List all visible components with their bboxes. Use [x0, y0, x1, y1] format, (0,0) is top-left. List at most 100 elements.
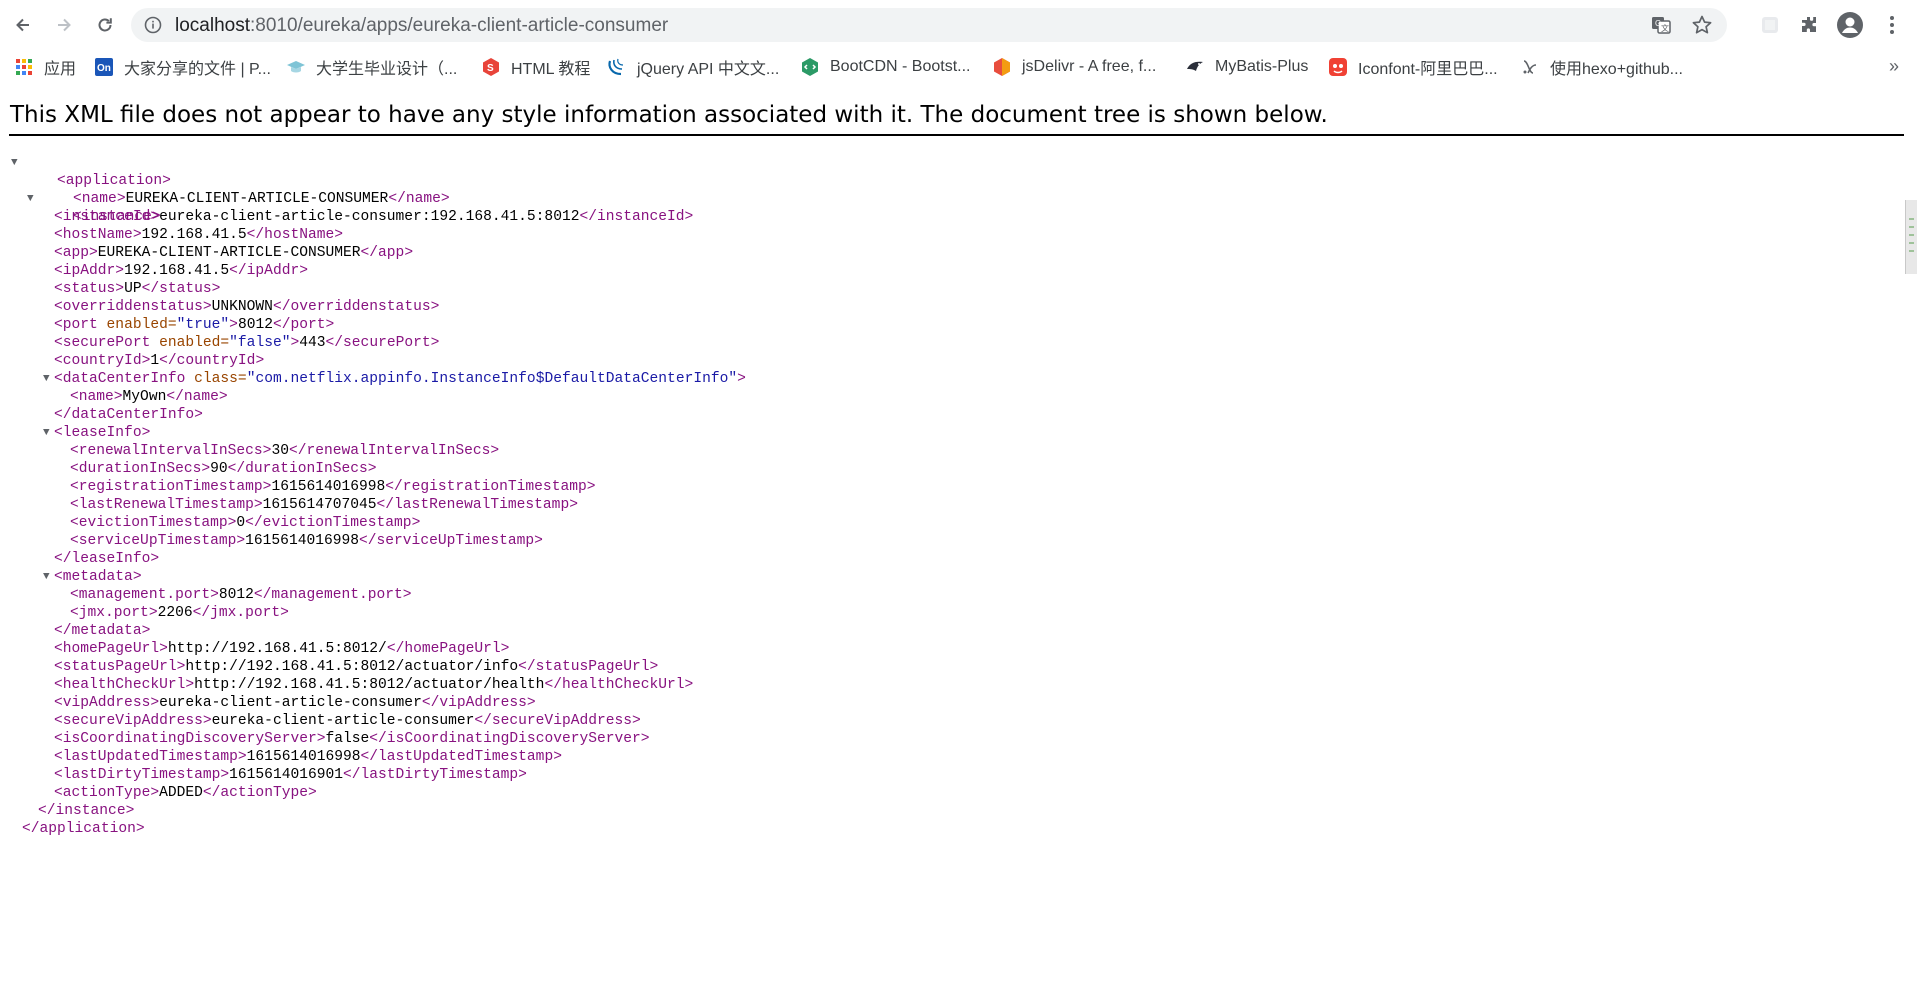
xml-tag: </jmx.port> [192, 605, 289, 621]
xml-tag: </secureVipAddress> [474, 713, 641, 729]
xml-tag: <status> [54, 281, 125, 297]
bookmark-jquery-api[interactable]: jQuery API 中文文... [607, 55, 779, 79]
forward-arrow-icon [58, 18, 71, 32]
xml-tag: <jmx.port> [70, 605, 158, 621]
xml-line-hostName: <hostName>192.168.41.5</hostName> [22, 226, 746, 244]
xml-text: 1 [150, 353, 160, 369]
extensions-puzzle-icon[interactable] [1797, 13, 1821, 37]
xml-tag: <overriddenstatus> [54, 299, 212, 315]
xml-tag: <vipAddress> [54, 695, 160, 711]
xml-tag: <management.port> [70, 587, 219, 603]
bookmark-bootcdn[interactable]: BootCDN - Bootst... [800, 55, 971, 79]
xml-text: false [325, 731, 370, 747]
xml-line-serviceUpTimestamp: <serviceUpTimestamp>1615614016998</servi… [22, 532, 746, 550]
xml-tag: <secureVipAddress> [54, 713, 212, 729]
extension-placeholder-icon[interactable] [1758, 13, 1782, 37]
xml-tag: </instance> [38, 803, 135, 819]
xml-tag: </countryId> [159, 353, 265, 369]
xml-tag: </hostName> [246, 227, 344, 243]
xml-text: eureka-client-article-consumer [159, 695, 422, 711]
xml-tag: <port [54, 317, 98, 333]
bookmark-star-icon[interactable] [1691, 14, 1713, 36]
collapse-metadata-toggle[interactable]: ▼ [43, 568, 55, 586]
xml-tag: </isCoordinatingDiscoveryServer> [369, 731, 650, 747]
bookmark-iconfont[interactable]: Iconfont-阿里巴巴... [1328, 55, 1498, 79]
on-logo-icon: On [95, 58, 113, 76]
profile-avatar-icon[interactable] [1836, 11, 1864, 39]
xml-tag: <dataCenterInfo [54, 371, 186, 387]
xml-text: 192.168.41.5 [141, 227, 247, 243]
url-text[interactable]: localhost:8010/eureka/apps/eureka-client… [175, 15, 668, 37]
address-bar[interactable]: localhost:8010/eureka/apps/eureka-client… [131, 8, 1727, 42]
bookmark-html-tutorial[interactable]: S HTML 教程 [481, 55, 590, 79]
xml-tag: </securePort> [325, 335, 440, 351]
xml-line-evictionTimestamp: <evictionTimestamp>0</evictionTimestamp> [22, 514, 746, 532]
bookmark-label: MyBatis-Plus [1215, 58, 1309, 75]
bookmark-graduation-design[interactable]: 大学生毕业设计（... [286, 55, 457, 79]
xml-tag: </lastRenewalTimestamp> [376, 497, 578, 513]
xml-tag: </port> [272, 317, 335, 333]
browser-menu-icon[interactable] [1880, 13, 1904, 37]
xml-tag: <isCoordinatingDiscoveryServer> [54, 731, 326, 747]
xml-tag: </homePageUrl> [386, 641, 510, 657]
xml-line-secureVipAddress: <secureVipAddress>eureka-client-article-… [22, 712, 746, 730]
xml-tag: <actionType> [54, 785, 160, 801]
runoob-icon: S [483, 58, 499, 76]
xml-line-healthCheckUrl: <healthCheckUrl>http://192.168.41.5:8012… [22, 676, 746, 694]
xml-tag: <ipAddr> [54, 263, 125, 279]
xml-tag: </leaseInfo> [54, 551, 160, 567]
jsdelivr-icon [994, 58, 1010, 76]
xml-line-lastDirtyTimestamp: <lastDirtyTimestamp>1615614016901</lastD… [22, 766, 746, 784]
xml-tag: <hostName> [54, 227, 142, 243]
collapse-instance-toggle[interactable]: ▼ [27, 190, 39, 208]
xml-tag: <metadata> [54, 569, 142, 585]
xml-text: 1615614707045 [262, 497, 377, 513]
xml-tag: <renewalIntervalInSecs> [70, 443, 272, 459]
collapse-leaseInfo-toggle[interactable]: ▼ [43, 424, 55, 442]
xml-tag: </name> [166, 389, 228, 405]
forward-button[interactable] [50, 11, 78, 39]
xml-tag: </ipAddr> [229, 263, 308, 279]
collapse-application-toggle[interactable]: ▼ [11, 154, 23, 172]
xml-line-isCoordinatingDiscoveryServer: <isCoordinatingDiscoveryServer>false</is… [22, 730, 746, 748]
collapse-dataCenterInfo-toggle[interactable]: ▼ [43, 370, 55, 388]
svg-text:S: S [487, 63, 494, 74]
site-info-icon[interactable] [144, 16, 162, 34]
bookmark-label: 大家分享的文件 | P... [124, 61, 271, 78]
bookmark-mybatis-plus[interactable]: MyBatis-Plus [1185, 55, 1308, 79]
xml-tag: </actionType> [202, 785, 317, 801]
xml-tag: <homePageUrl> [54, 641, 168, 657]
xml-line-leaseInfo-open: ▼ <leaseInfo> [22, 424, 746, 442]
xml-tag: <registrationTimestamp> [70, 479, 272, 495]
xml-attribute-name: class= [185, 371, 247, 387]
translate-icon[interactable]: G文 [1651, 15, 1671, 35]
xml-text: 443 [299, 335, 326, 351]
bookmark-label: HTML 教程 [511, 61, 591, 78]
bookmark-hexo-github[interactable]: 使用hexo+github... [1520, 55, 1683, 79]
xml-line-name: <name>EUREKA-CLIENT-ARTICLE-CONSUMER</na… [22, 172, 746, 207]
bookmark-jsdelivr[interactable]: jsDelivr - A free, f... [992, 55, 1156, 79]
bookmark-apps[interactable]: 应用 [14, 55, 76, 79]
xml-line-vipAddress: <vipAddress>eureka-client-article-consum… [22, 694, 746, 712]
bookmark-label: 应用 [44, 61, 77, 78]
xml-text: 1615614016998 [271, 479, 386, 495]
xml-tag: </metadata> [54, 623, 151, 639]
iconfont-icon [1329, 58, 1347, 76]
bookmarks-overflow-chevron[interactable]: » [1889, 56, 1899, 77]
side-scroll-widget[interactable] [1905, 200, 1917, 274]
back-button[interactable] [9, 11, 37, 39]
bookmark-label: jsDelivr - A free, f... [1022, 58, 1157, 75]
xml-tag: </overriddenstatus> [272, 299, 440, 315]
xml-text: eureka-client-article-consumer [211, 713, 475, 729]
reload-button[interactable] [91, 11, 119, 39]
xml-text: 2206 [157, 605, 193, 621]
xml-text: http://192.168.41.5:8012/actuator/info [185, 659, 519, 675]
xml-line-metadata-open: ▼ <metadata> [22, 568, 746, 586]
xml-line-app: <app>EUREKA-CLIENT-ARTICLE-CONSUMER</app… [22, 244, 746, 262]
bookmark-shared-files[interactable]: On 大家分享的文件 | P... [94, 55, 271, 79]
xml-tag: </serviceUpTimestamp> [359, 533, 543, 549]
xml-tag: <statusPageUrl> [54, 659, 186, 675]
notice-divider [9, 134, 1904, 136]
xml-line-status: <status>UP</status> [22, 280, 746, 298]
xml-no-style-notice: This XML file does not appear to have an… [10, 102, 1328, 128]
